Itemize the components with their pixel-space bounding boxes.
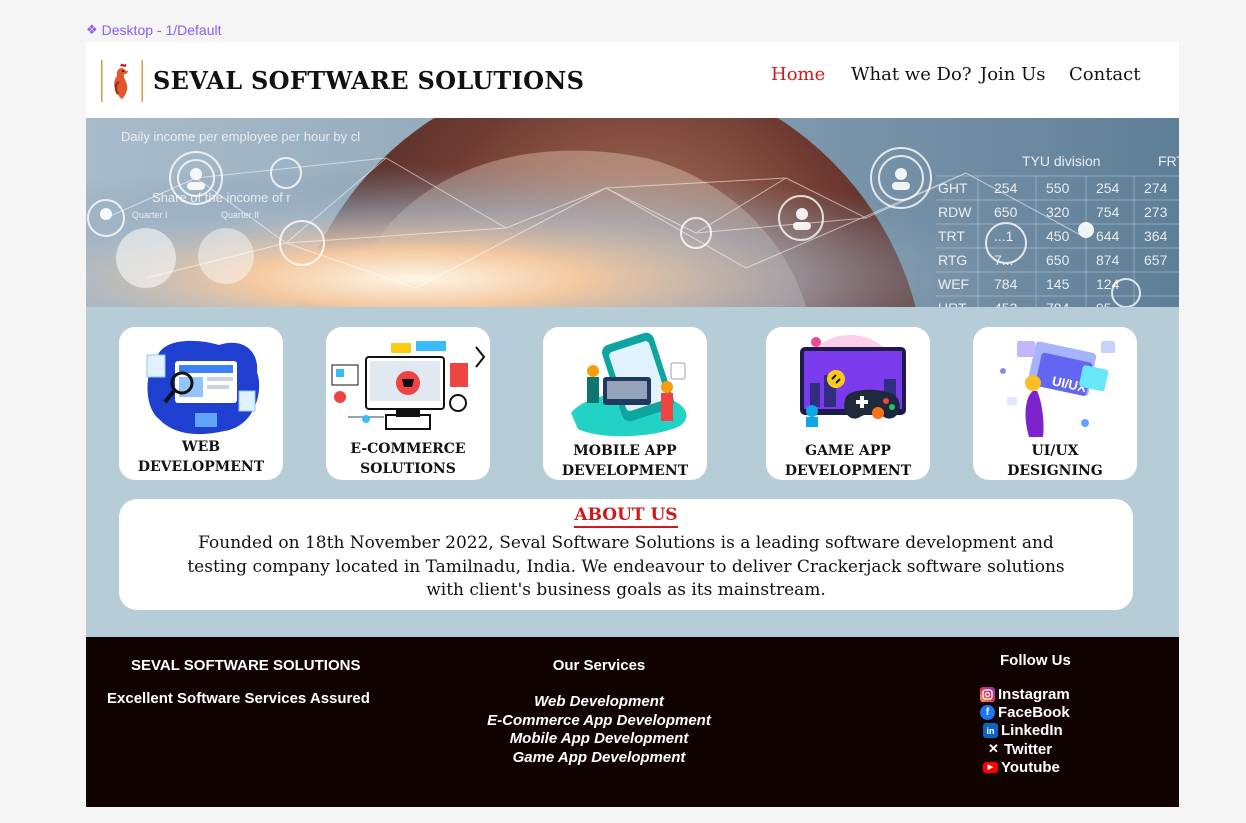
hero-table-cell: RTG xyxy=(938,252,967,268)
hero-table-cell: 784 xyxy=(994,276,1018,292)
hero-overlay-text-3: Quarter I xyxy=(132,210,168,220)
hero-table-cell: 254 xyxy=(994,180,1018,196)
service-card-mobile-app[interactable]: MOBILE APP DEVELOPMENT xyxy=(543,327,707,480)
hero-table-title: TYU division xyxy=(1022,153,1101,169)
hero-table-cell: 7... xyxy=(994,252,1013,268)
hero-table-cell: TRT xyxy=(938,228,965,244)
nav-what-we-do[interactable]: What we Do? xyxy=(851,64,971,85)
hero-table-cell: 95 xyxy=(1096,300,1112,307)
footer-company-name: SEVAL SOFTWARE SOLUTIONS xyxy=(131,657,361,674)
hero-table-cell: 124 xyxy=(1096,276,1120,292)
hero-table-title-2: FRT xyxy=(1158,153,1179,169)
frame-label: ❖ Desktop - 1/Default xyxy=(86,22,222,38)
hero-table-cell: 784 xyxy=(1046,300,1070,307)
hero-table-cell: HRT xyxy=(938,300,967,307)
hero-overlay-text-1: Daily income per employee per hour by cl xyxy=(121,129,360,144)
hero-table-cell: ...1 xyxy=(994,228,1014,244)
hero-table-cell: 145 xyxy=(1046,276,1070,292)
footer-services-list: Web Development E-Commerce App Developme… xyxy=(446,693,752,767)
service-card-ecommerce[interactable]: E-COMMERCE SOLUTIONS xyxy=(326,327,490,480)
hero-table-cell: 650 xyxy=(994,204,1018,220)
social-links: Instagram f FaceBook in LinkedIn ✕ Twitt… xyxy=(980,685,1090,776)
nav-contact[interactable]: Contact xyxy=(1069,64,1140,85)
hero-table-cell: RDW xyxy=(938,204,972,220)
footer-service-link[interactable]: Mobile App Development xyxy=(446,730,752,749)
about-us-card: ABOUT US Founded on 18th November 2022, … xyxy=(119,499,1133,610)
page: SEVAL SOFTWARE SOLUTIONS Home What we Do… xyxy=(86,42,1179,807)
hero-table-cell: 274 xyxy=(1144,180,1168,196)
linkedin-icon: in xyxy=(983,723,998,739)
social-instagram[interactable]: Instagram xyxy=(980,685,1090,703)
service-label-ecommerce: E-COMMERCE SOLUTIONS xyxy=(350,441,466,477)
hero-table-cell: 754 xyxy=(1096,204,1120,220)
service-label-game: GAME APP DEVELOPMENT xyxy=(784,443,912,479)
footer-service-link[interactable]: Web Development xyxy=(446,693,752,712)
footer-follow-title: Follow Us xyxy=(1000,652,1071,669)
service-label-web: WEB DEVELOPMENT xyxy=(137,439,265,475)
hero-banner: Daily income per employee per hour by cl… xyxy=(86,118,1179,307)
service-card-uiux[interactable]: UI/UX UI/UX DESIGNING xyxy=(973,327,1137,480)
rooster-logo-icon[interactable] xyxy=(101,60,143,102)
web-development-illustration-icon xyxy=(146,340,260,435)
component-icon: ❖ xyxy=(86,22,98,37)
instagram-icon xyxy=(980,686,995,702)
hero-table-cell: 320 xyxy=(1046,204,1070,220)
nav-join-us[interactable]: Join Us xyxy=(980,64,1046,85)
hero-table-cell: WEF xyxy=(938,276,969,292)
about-us-title: ABOUT US xyxy=(119,505,1133,528)
hero-overlay-text-4: Quarter II xyxy=(221,210,259,220)
hero-overlay-text-2: Share of the income of r xyxy=(152,190,291,205)
hero-table-cell: 273 xyxy=(1144,204,1168,220)
social-linkedin[interactable]: in LinkedIn xyxy=(980,722,1090,740)
hero-table-cell: 550 xyxy=(1046,180,1070,196)
uiux-illustration-icon: UI/UX xyxy=(1000,341,1115,437)
nav-home[interactable]: Home xyxy=(771,64,825,85)
youtube-icon: ▶ xyxy=(983,761,998,773)
social-youtube[interactable]: ▶ Youtube xyxy=(980,758,1090,776)
footer-service-link[interactable]: E-Commerce App Development xyxy=(446,712,752,731)
hero-table-cell: 450 xyxy=(1046,228,1070,244)
hero-table-cell: 874 xyxy=(1096,252,1120,268)
x-icon: ✕ xyxy=(988,741,999,757)
ecommerce-illustration-icon xyxy=(331,341,486,430)
services-section: WEB DEVELOPMENT E-COMMERCE SOLUTIONS MOB… xyxy=(86,307,1179,637)
hero-table-cell: 650 xyxy=(1046,252,1070,268)
game-app-illustration-icon xyxy=(800,335,906,427)
hero-table-cell: 644 xyxy=(1096,228,1120,244)
about-us-text: Founded on 18th November 2022, Seval Sof… xyxy=(187,533,1065,600)
footer: SEVAL SOFTWARE SOLUTIONS Excellent Softw… xyxy=(86,637,1179,807)
social-facebook[interactable]: f FaceBook xyxy=(980,703,1090,721)
mobile-app-illustration-icon xyxy=(571,332,687,437)
social-twitter[interactable]: ✕ Twitter xyxy=(980,740,1090,758)
frame-label-text: Desktop - 1/Default xyxy=(101,22,222,38)
facebook-icon: f xyxy=(980,704,995,720)
brand-name: SEVAL SOFTWARE SOLUTIONS xyxy=(153,66,585,95)
service-card-web-development[interactable]: WEB DEVELOPMENT xyxy=(119,327,283,480)
hero-table-cell: 254 xyxy=(1096,180,1120,196)
hero-table-cell: 657 xyxy=(1144,252,1168,268)
hero-table-cell: GHT xyxy=(938,180,968,196)
service-label-mobile: MOBILE APP DEVELOPMENT xyxy=(561,443,689,479)
service-label-uiux: UI/UX DESIGNING xyxy=(1007,443,1103,479)
footer-tagline: Excellent Software Services Assured xyxy=(107,690,370,707)
hero-table-cell: 453 xyxy=(994,300,1018,307)
service-card-game-app[interactable]: GAME APP DEVELOPMENT xyxy=(766,327,930,480)
footer-service-link[interactable]: Game App Development xyxy=(446,749,752,768)
header: SEVAL SOFTWARE SOLUTIONS Home What we Do… xyxy=(86,42,1179,118)
hero-table-cell: 364 xyxy=(1144,228,1168,244)
footer-services-title: Our Services xyxy=(552,657,646,674)
